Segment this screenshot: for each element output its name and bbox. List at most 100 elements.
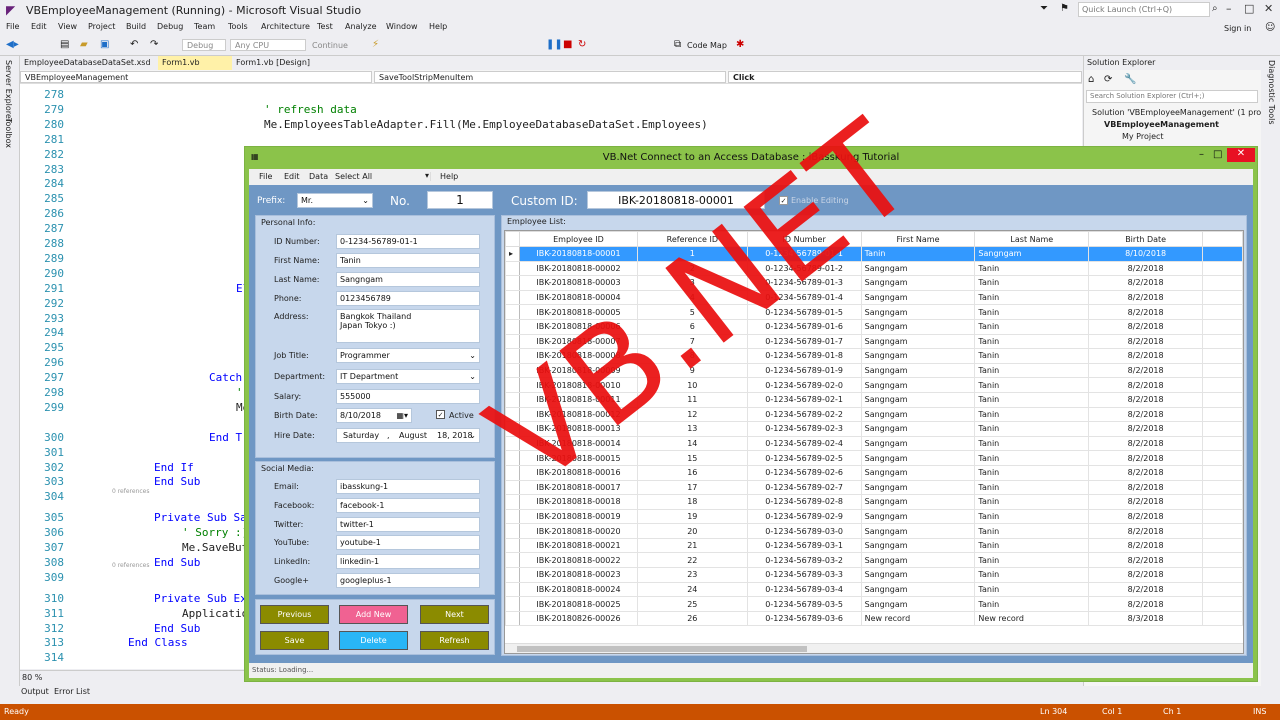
back-icon[interactable]: ◀▸ [6,39,19,50]
notification-flag-icon[interactable]: ⚑ [1060,3,1069,14]
my-project-node[interactable]: My Project [1122,132,1164,141]
project-node[interactable]: VBEmployeeManagement [1104,120,1219,129]
table-cell[interactable]: 8/2/2018 [1088,421,1204,437]
menu-view[interactable]: View [58,22,77,31]
table-cell[interactable]: 0-1234-56789-01-2 [746,260,862,277]
table-cell[interactable]: Tanin [974,289,1090,306]
table-cell[interactable]: IBK-20180818-00006 [518,318,638,335]
table-cell[interactable]: 23 [636,567,748,583]
table-cell[interactable]: IBK-20180818-00018 [518,494,638,510]
row-header[interactable] [505,610,520,627]
table-cell[interactable]: 21 [636,537,748,554]
server-explorer-tab[interactable]: Server Explorer [4,60,13,122]
app-menu-edit[interactable]: Edit [284,172,300,181]
table-cell[interactable]: 0-1234-56789-03-4 [746,581,862,598]
table-cell[interactable]: IBK-20180818-00013 [518,421,638,437]
output-tab[interactable]: Output [21,687,49,696]
table-cell[interactable]: Sangngam [860,333,976,350]
table-row[interactable]: IBK-20180818-00019 19 0-1234-56789-02-9 San… [505,508,1243,525]
row-header[interactable] [505,435,520,452]
calendar-icon[interactable]: ▦▾ [396,411,408,420]
row-header[interactable] [505,552,520,569]
search-icon[interactable]: ⌕ [1212,3,1218,14]
table-cell[interactable]: Tanin [974,537,1090,554]
platform-select[interactable]: Any CPU [230,39,306,51]
scrollbar-thumb[interactable] [517,646,807,652]
table-cell[interactable]: IBK-20180818-00004 [518,289,638,306]
table-cell[interactable]: IBK-20180818-00016 [518,464,638,481]
table-cell[interactable]: Sangngam [860,479,976,496]
employee-grid[interactable]: Employee ID Reference ID ID Number First Na… [504,230,1244,654]
table-cell[interactable]: 9 [636,362,748,379]
table-cell[interactable]: Tanin [974,596,1090,612]
youtube-field[interactable]: youtube-1 [336,535,480,550]
table-cell[interactable]: IBK-20180818-00008 [518,348,638,364]
table-cell[interactable]: Tanin [974,464,1090,481]
table-cell[interactable]: IBK-20180818-00003 [518,275,638,291]
table-row[interactable]: IBK-20180818-00018 18 0-1234-56789-02-8 San… [505,494,1243,510]
save-button[interactable]: Save [260,631,329,650]
debug-settings-icon[interactable]: ✱ [736,39,744,50]
row-header[interactable] [505,391,520,408]
table-row[interactable]: IBK-20180818-00006 6 0-1234-56789-01-6 Sang… [505,318,1243,335]
table-cell[interactable]: 0-1234-56789-01-9 [746,362,862,379]
add-new-button[interactable]: Add New [339,605,408,624]
table-cell[interactable]: Sangngam [860,523,976,539]
row-header[interactable] [505,348,520,364]
table-cell[interactable]: IBK-20180818-00017 [518,479,638,496]
table-cell[interactable]: 8/2/2018 [1088,348,1204,364]
row-header[interactable] [505,318,520,335]
column-header-extra[interactable] [1202,231,1243,247]
table-row[interactable]: IBK-20180818-00010 10 0-1234-56789-02-0 San… [505,377,1243,393]
table-cell[interactable]: 8/2/2018 [1088,567,1204,583]
table-cell[interactable]: Sangngam [860,494,976,510]
table-cell[interactable]: 10 [636,377,748,393]
job-title-select[interactable]: Programmer ⌄ [336,348,480,363]
table-cell[interactable]: IBK-20180818-00024 [518,581,638,598]
google-field[interactable]: googleplus-1 [336,573,480,588]
row-header[interactable] [505,523,520,539]
table-cell[interactable]: Sangngam [860,275,976,291]
row-header[interactable]: ▸ [505,246,520,262]
table-cell[interactable]: IBK-20180818-00011 [518,391,638,408]
table-row[interactable]: IBK-20180818-00014 14 0-1234-56789-02-4 San… [505,435,1243,452]
tab-dataset-xsd[interactable]: EmployeeDatabaseDataSet.xsd [20,56,160,70]
filter-icon[interactable]: ⏷ [1040,3,1048,14]
table-row[interactable]: IBK-20180818-00012 12 0-1234-56789-02-2 San… [505,406,1243,423]
table-cell[interactable]: 8/2/2018 [1088,318,1204,335]
table-cell[interactable]: 0-1234-56789-02-4 [746,435,862,452]
tab-form1-design[interactable]: Form1.vb [Design] [232,56,322,70]
table-cell[interactable]: Tanin [974,581,1090,598]
custom-id-field[interactable]: IBK-20180818-00001 [587,191,765,209]
column-header[interactable]: Birth Date [1088,231,1204,247]
row-header[interactable] [505,450,520,466]
table-cell[interactable]: 0-1234-56789-03-5 [746,596,862,612]
table-row[interactable]: IBK-20180818-00016 16 0-1234-56789-02-6 San… [505,464,1243,481]
project-dropdown[interactable]: VBEmployeeManagement [20,71,372,83]
app-menu-select-all[interactable]: Select All [335,172,431,181]
table-cell[interactable]: 0-1234-56789-02-8 [746,494,862,510]
facebook-field[interactable]: facebook-1 [336,498,480,513]
table-cell[interactable]: 8/2/2018 [1088,464,1204,481]
redo-icon[interactable]: ↷ [150,39,158,50]
debug-target-icon[interactable]: ⚡ [372,39,379,50]
table-row[interactable]: IBK-20180818-00002 2 0-1234-56789-01-2 Sang… [505,260,1243,277]
table-cell[interactable]: 0-1234-56789-01-7 [746,333,862,350]
table-row[interactable]: IBK-20180818-00003 3 0-1234-56789-01-3 Sang… [505,275,1243,291]
row-header[interactable] [505,421,520,437]
table-cell[interactable]: 0-1234-56789-01-8 [746,348,862,364]
table-cell[interactable]: IBK-20180818-00010 [518,377,638,393]
table-cell[interactable]: 12 [636,406,748,423]
table-row[interactable]: IBK-20180818-00015 15 0-1234-56789-02-5 San… [505,450,1243,466]
table-cell[interactable]: 8/2/2018 [1088,508,1204,525]
table-row[interactable]: IBK-20180818-00024 24 0-1234-56789-03-4 San… [505,581,1243,598]
table-cell[interactable]: 8/2/2018 [1088,260,1204,277]
table-row[interactable]: IBK-20180818-00021 21 0-1234-56789-03-1 San… [505,537,1243,554]
table-cell[interactable]: 8/3/2018 [1088,610,1204,627]
id-number-field[interactable]: 0-1234-56789-01-1 [336,234,480,249]
table-cell[interactable]: Tanin [974,348,1090,364]
table-cell[interactable]: IBK-20180818-00015 [518,450,638,466]
menu-file[interactable]: File [6,22,19,31]
tab-form1-vb[interactable]: Form1.vb [158,56,232,70]
table-cell[interactable]: 8/10/2018 [1088,246,1204,262]
